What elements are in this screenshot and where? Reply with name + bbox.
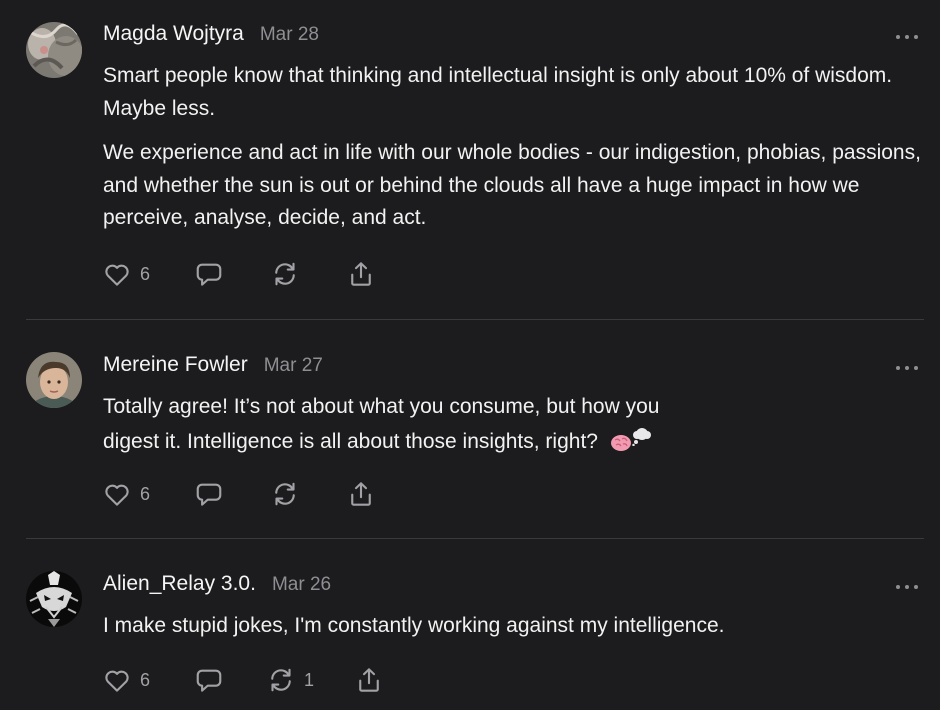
more-options-button[interactable]	[896, 582, 918, 592]
avatar[interactable]	[26, 22, 82, 78]
restack-button[interactable]: 1	[266, 664, 314, 696]
comment-header: Magda Wojtyra Mar 28	[103, 22, 319, 52]
avatar-image	[26, 22, 82, 78]
like-count: 6	[140, 263, 151, 284]
restack-button[interactable]	[270, 478, 308, 510]
share-button[interactable]	[346, 478, 376, 510]
like-count: 6	[140, 669, 151, 690]
reply-button[interactable]	[194, 478, 224, 510]
author-name[interactable]: Magda Wojtyra	[103, 22, 244, 46]
share-button[interactable]	[346, 258, 376, 290]
more-dots-icon	[896, 585, 900, 589]
restack-icon	[275, 262, 295, 286]
restack-icon	[275, 482, 295, 506]
like-button[interactable]: 6	[102, 258, 150, 290]
comment-divider	[26, 319, 924, 320]
author-name[interactable]: Mereine Fowler	[103, 353, 248, 377]
heart-icon	[105, 264, 129, 286]
reply-button[interactable]	[194, 664, 224, 696]
more-dots-icon	[896, 366, 900, 370]
avatar[interactable]	[26, 352, 82, 408]
avatar-image	[26, 352, 82, 408]
share-icon	[359, 668, 379, 692]
brain-emoji	[610, 430, 632, 463]
restack-count: 1	[304, 669, 315, 690]
like-button[interactable]: 6	[102, 478, 150, 510]
reply-button[interactable]	[194, 258, 224, 290]
restack-button[interactable]	[270, 258, 308, 290]
comment-date[interactable]: Mar 27	[264, 355, 323, 377]
comment-date[interactable]: Mar 26	[272, 574, 331, 596]
avatar-image	[26, 571, 82, 627]
comment-paragraph: We experience and act in life with our w…	[103, 141, 921, 229]
comment-body: I make stupid jokes, I'm constantly work…	[103, 610, 923, 655]
more-options-button[interactable]	[896, 32, 918, 42]
like-count: 6	[140, 483, 151, 504]
avatar[interactable]	[26, 571, 82, 627]
comment-header: Alien_Relay 3.0. Mar 26	[103, 572, 331, 602]
restack-icon	[271, 668, 291, 692]
comment-body: Smart people know that thinking and inte…	[103, 60, 923, 247]
comment-bubble-icon	[196, 483, 222, 506]
comment-text: Totally agree! It’s not about what you c…	[103, 395, 660, 453]
comment-divider	[26, 538, 924, 539]
comment-bubble-icon	[196, 669, 222, 692]
share-icon	[351, 482, 371, 506]
comment-date[interactable]: Mar 28	[260, 24, 319, 46]
comment-paragraph: Totally agree! It’s not about what you c…	[103, 391, 663, 462]
comment-body: Totally agree! It’s not about what you c…	[103, 391, 923, 474]
more-dots-icon	[896, 35, 900, 39]
heart-icon	[105, 670, 129, 692]
like-button[interactable]: 6	[102, 664, 150, 696]
share-button[interactable]	[354, 664, 384, 696]
thought-balloon-emoji	[632, 424, 652, 457]
comment-paragraph: I make stupid jokes, I'm constantly work…	[103, 614, 725, 637]
comment-paragraph: Smart people know that thinking and inte…	[103, 64, 893, 120]
comment-bubble-icon	[196, 263, 222, 286]
author-name[interactable]: Alien_Relay 3.0.	[103, 572, 256, 596]
share-icon	[351, 262, 371, 286]
comment-header: Mereine Fowler Mar 27	[103, 353, 323, 383]
heart-icon	[105, 484, 129, 506]
more-options-button[interactable]	[896, 363, 918, 373]
